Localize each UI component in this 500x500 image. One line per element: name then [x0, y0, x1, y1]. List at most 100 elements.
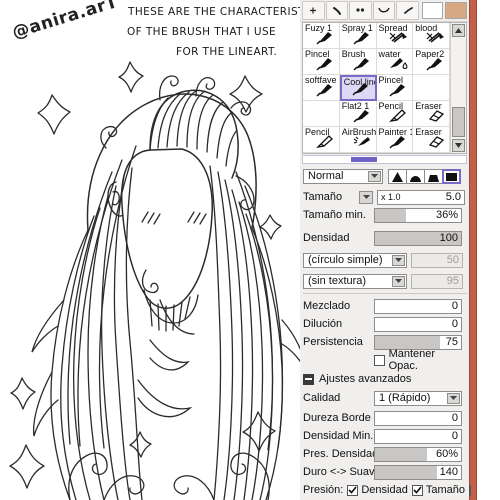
brush-list-vertical-scrollbar[interactable] [450, 23, 466, 153]
brush-grid[interactable]: Fuzy 1 Spray 1 Spread blood Pincel Brush water… [303, 23, 450, 153]
chevron-down-icon[interactable] [368, 170, 381, 182]
brush-item[interactable]: Paper2 [413, 49, 450, 75]
panel-accent-bar [469, 0, 477, 500]
blending-slider[interactable]: 0 [374, 298, 462, 314]
brush-item[interactable]: water [376, 49, 414, 75]
dilution-slider[interactable]: 0 [374, 316, 462, 332]
shape-sharp-button[interactable] [388, 168, 407, 184]
persistence-label: Persistencia [303, 336, 363, 348]
shape-flat-button[interactable] [424, 168, 443, 184]
pressure-density-label: Pres. Densidad I [303, 448, 374, 460]
pressure-size-checkbox[interactable] [411, 484, 423, 496]
chevron-down-icon[interactable] [392, 275, 405, 287]
size-row: Tamaño x 1.0 5.0 [303, 189, 467, 205]
brush-item[interactable]: Eraser [413, 101, 450, 127]
blend-mode-select[interactable]: Normal [303, 168, 383, 184]
swatch-white-button[interactable] [421, 2, 444, 19]
brush-item[interactable]: Fuzy 1 [303, 23, 340, 49]
keep-opacity-checkbox[interactable] [373, 354, 385, 366]
size-min-value: 36% [435, 208, 458, 221]
brush-item-empty [303, 101, 340, 127]
hard-soft-row: Duro <-> Suave 140 [303, 464, 467, 480]
brush-item[interactable]: Brush [339, 49, 377, 75]
shape-square-button[interactable] [442, 168, 461, 184]
pencil-icon [388, 107, 410, 126]
quality-select[interactable]: 1 (Rápido) [374, 390, 462, 406]
blending-label: Mezclado [303, 300, 351, 312]
brush-icon [352, 107, 374, 126]
brush-stroke-icon[interactable] [325, 1, 349, 20]
edge-hardness-value: 0 [451, 411, 458, 424]
brush-item[interactable]: Pincel [376, 75, 414, 101]
eraser-icon [425, 107, 447, 126]
density-value: 100 [439, 231, 458, 244]
brush-item[interactable]: Cool line [339, 75, 377, 101]
brush-item[interactable]: Pincel [303, 49, 340, 75]
brush-curve-icon[interactable] [372, 1, 396, 20]
pressure-density-slider[interactable]: 60% [374, 446, 462, 462]
advanced-settings-label: Ajustes avanzados [319, 373, 412, 385]
brush-item[interactable]: Flat2 1 [339, 101, 377, 127]
edge-hardness-row: Dureza Borde 0 [303, 410, 467, 426]
dilution-label: Dilución [303, 318, 343, 330]
brush-list-horizontal-scrollbar[interactable] [302, 155, 467, 164]
persistence-fill [375, 335, 440, 349]
quality-label: Calidad [303, 392, 341, 404]
pressure-density-checkbox[interactable] [347, 484, 359, 496]
hscrollbar-thumb[interactable] [351, 157, 377, 162]
min-density-value: 0 [451, 429, 458, 442]
tip-shape-row: (círculo simple) 50 [303, 252, 467, 268]
size-label: Tamaño [303, 191, 343, 203]
spread-icon [425, 29, 447, 48]
texture-select[interactable]: (sin textura) [303, 273, 407, 289]
chevron-down-icon[interactable] [392, 254, 405, 266]
brush-dots-icon[interactable] [349, 1, 372, 20]
quality-value: 1 (Rápido) [379, 392, 431, 404]
dilution-value: 0 [451, 317, 458, 330]
brush-item[interactable]: softfave [303, 75, 340, 101]
divider [303, 293, 467, 294]
swatch-tan-button[interactable] [445, 2, 467, 19]
scroll-up-icon[interactable] [452, 24, 465, 37]
pressure-third-checkbox[interactable] [468, 484, 471, 496]
brush-item[interactable]: Spread [376, 23, 414, 49]
size-min-slider[interactable]: 36% [374, 207, 462, 223]
pressure-density-row: Pres. Densidad I 60% [303, 446, 467, 462]
hard-soft-slider[interactable]: 140 [374, 464, 462, 480]
airbrush-icon [352, 133, 374, 152]
size-unit-dropdown[interactable] [359, 190, 373, 204]
brush-item[interactable]: blood [413, 23, 450, 49]
brush-item[interactable]: Pencil [303, 127, 340, 153]
blend-mode-row: Normal [303, 168, 467, 184]
brush-tip-shape-buttons [388, 168, 461, 184]
min-density-label: Densidad Min. [303, 430, 374, 442]
chevron-down-icon[interactable] [447, 392, 460, 404]
size-slider[interactable]: x 1.0 5.0 [377, 189, 465, 205]
brush-item[interactable]: Pencil [376, 101, 414, 127]
brush-item[interactable]: Eraser [413, 127, 450, 153]
brush-item-empty [413, 75, 450, 101]
brush-icon [425, 55, 447, 74]
scroll-down-icon[interactable] [452, 139, 465, 152]
shape-round-button[interactable] [406, 168, 425, 184]
collapse-minus-icon[interactable] [303, 373, 314, 385]
edge-hardness-slider[interactable]: 0 [374, 410, 462, 426]
brush-item[interactable]: Spray 1 [339, 23, 377, 49]
brush-item[interactable]: Painter 1 [376, 127, 414, 153]
advanced-settings-row[interactable]: Ajustes avanzados [303, 371, 467, 387]
quality-row: Calidad 1 (Rápido) [303, 390, 467, 406]
density-slider[interactable]: 100 [374, 230, 462, 246]
tip-shape-select[interactable]: (círculo simple) [303, 252, 407, 268]
brush-item[interactable]: AirBrush [339, 127, 377, 153]
brush-icon [351, 80, 373, 99]
texture-value: (sin textura) [308, 275, 367, 287]
dilution-row: Dilución 0 [303, 316, 467, 332]
brush-flick-icon[interactable] [396, 1, 419, 20]
panel-background-fill [476, 0, 500, 500]
min-density-slider[interactable]: 0 [374, 428, 462, 444]
keep-opacity-label: Mantener Opac. [388, 348, 436, 372]
pressure-density-fill [375, 447, 427, 461]
min-density-row: Densidad Min. 0 [303, 428, 467, 444]
scrollbar-thumb[interactable] [452, 107, 465, 137]
brush-dot-icon[interactable] [302, 1, 325, 20]
